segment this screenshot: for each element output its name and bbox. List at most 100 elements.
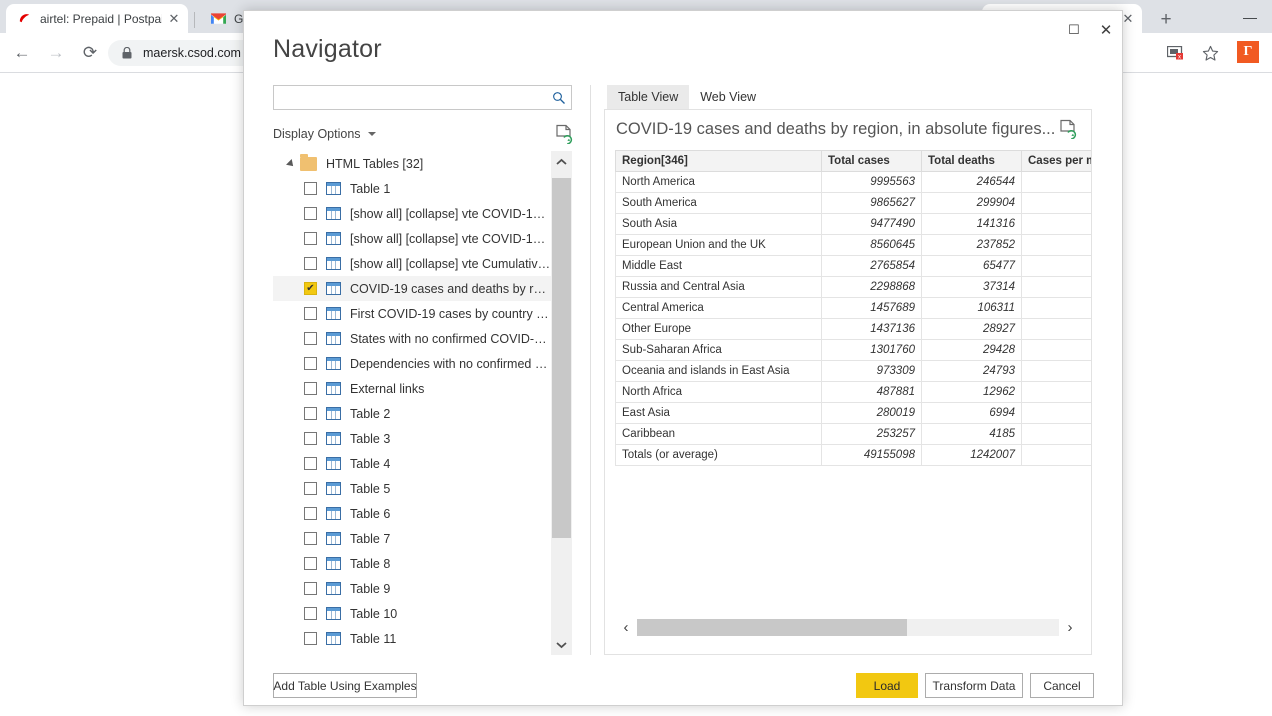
cell-region: Middle East	[616, 256, 822, 277]
tree-item-checkbox[interactable]	[304, 507, 317, 520]
scroll-right-icon[interactable]: ›	[1059, 619, 1081, 636]
tree-item-checkbox[interactable]	[304, 582, 317, 595]
tree-item-checkbox[interactable]	[304, 182, 317, 195]
table-row[interactable]: North Africa48788112962	[616, 382, 1092, 403]
browser-tab-airtel[interactable]: airtel: Prepaid | Postpaid ✕	[6, 4, 188, 33]
tree-item-checkbox[interactable]	[304, 532, 317, 545]
tree-scrollbar[interactable]	[551, 151, 572, 655]
refresh-document-icon[interactable]	[555, 124, 573, 144]
triangle-expanded-icon[interactable]	[282, 160, 300, 168]
new-tab-button[interactable]: +	[1152, 6, 1180, 34]
scroll-up-icon[interactable]	[551, 151, 572, 172]
tree-item-checkbox[interactable]	[304, 307, 317, 320]
tree-item[interactable]: [show all] [collapse] vte COVID-19 pan..…	[273, 226, 551, 251]
tree-item-checkbox[interactable]	[304, 382, 317, 395]
bookmark-star-icon[interactable]	[1199, 42, 1221, 64]
table-row[interactable]: North America9995563246544	[616, 172, 1092, 193]
tree-item[interactable]: Table 5	[273, 476, 551, 501]
tree-item-checkbox[interactable]: ✔	[304, 282, 317, 295]
table-row[interactable]: Oceania and islands in East Asia97330924…	[616, 361, 1092, 382]
column-header-total-cases[interactable]: Total cases	[822, 151, 922, 172]
tree-item-checkbox[interactable]	[304, 407, 317, 420]
cell-region: South Asia	[616, 214, 822, 235]
load-button[interactable]: Load	[856, 673, 918, 698]
table-row[interactable]: Caribbean2532574185	[616, 424, 1092, 445]
refresh-document-icon[interactable]	[1059, 119, 1077, 139]
reload-icon[interactable]: ⟳	[78, 41, 102, 65]
tree-item[interactable]: First COVID-19 cases by country or terr.…	[273, 301, 551, 326]
table-row[interactable]: South America9865627299904	[616, 193, 1092, 214]
table-row[interactable]: Totals (or average)491550981242007	[616, 445, 1092, 466]
window-minimize-button[interactable]: —	[1230, 2, 1270, 32]
extension-icon[interactable]: Γ	[1237, 41, 1259, 63]
tree-item[interactable]: Table 6	[273, 501, 551, 526]
tree-item-checkbox[interactable]	[304, 332, 317, 345]
tree-item-checkbox[interactable]	[304, 457, 317, 470]
tree-item[interactable]: External links	[273, 376, 551, 401]
tree-item[interactable]: States with no confirmed COVID-19 ca...	[273, 326, 551, 351]
cast-blocked-icon[interactable]: x	[1165, 42, 1187, 64]
tree-item[interactable]: Table 9	[273, 576, 551, 601]
dialog-maximize-button[interactable]: ☐	[1058, 17, 1090, 43]
scroll-down-icon[interactable]	[551, 634, 572, 655]
table-icon	[326, 232, 341, 245]
tree-item-checkbox[interactable]	[304, 357, 317, 370]
table-row[interactable]: Sub-Saharan Africa130176029428	[616, 340, 1092, 361]
column-header-cases-per-million[interactable]: Cases per milli	[1022, 151, 1092, 172]
cell-value: 24793	[922, 361, 1022, 382]
tree-item[interactable]: Table 4	[273, 451, 551, 476]
table-row[interactable]: East Asia2800196994	[616, 403, 1092, 424]
tree-item-checkbox[interactable]	[304, 207, 317, 220]
table-row[interactable]: Other Europe143713628927	[616, 319, 1092, 340]
tab-web-view[interactable]: Web View	[689, 85, 767, 109]
cell-region: North America	[616, 172, 822, 193]
tree-scrollbar-thumb[interactable]	[552, 178, 571, 538]
preview-horizontal-scrollbar[interactable]: ‹ ›	[615, 614, 1081, 640]
add-table-using-examples-button[interactable]: Add Table Using Examples	[273, 673, 417, 698]
tree-item-label: States with no confirmed COVID-19 ca...	[350, 332, 551, 346]
table-row[interactable]: South Asia9477490141316	[616, 214, 1092, 235]
tree-item-checkbox[interactable]	[304, 557, 317, 570]
tree-item[interactable]: Dependencies with no confirmed cases	[273, 351, 551, 376]
tree-item-checkbox[interactable]	[304, 432, 317, 445]
tree-item[interactable]: Table 11	[273, 626, 551, 651]
hscrollbar-track[interactable]	[637, 619, 1059, 636]
tree-item-checkbox[interactable]	[304, 632, 317, 645]
table-icon	[326, 357, 341, 370]
tree-item[interactable]: ✔COVID-19 cases and deaths by region,...	[273, 276, 551, 301]
close-icon[interactable]: ✕	[166, 11, 182, 27]
dialog-close-button[interactable]: ✕	[1090, 17, 1122, 43]
table-icon	[326, 432, 341, 445]
search-input[interactable]	[274, 91, 547, 105]
tree-item-checkbox[interactable]	[304, 257, 317, 270]
cancel-button[interactable]: Cancel	[1030, 673, 1094, 698]
tree-item-checkbox[interactable]	[304, 607, 317, 620]
tree-item-checkbox[interactable]	[304, 482, 317, 495]
column-header-total-deaths[interactable]: Total deaths	[922, 151, 1022, 172]
hscrollbar-thumb[interactable]	[637, 619, 907, 636]
tree-item[interactable]: Table 3	[273, 426, 551, 451]
transform-data-button[interactable]: Transform Data	[925, 673, 1023, 698]
forward-icon[interactable]: →	[44, 41, 68, 65]
search-box[interactable]	[273, 85, 572, 110]
table-row[interactable]: Middle East276585465477	[616, 256, 1092, 277]
tab-table-view[interactable]: Table View	[607, 85, 689, 109]
tree-item[interactable]: Table 2	[273, 401, 551, 426]
column-header-region[interactable]: Region[346]	[616, 151, 822, 172]
table-row[interactable]: Russia and Central Asia229886837314	[616, 277, 1092, 298]
tree-item[interactable]: [show all] [collapse] vte Cumulative CO.…	[273, 251, 551, 276]
tree-item[interactable]: Table 1	[273, 176, 551, 201]
tree-item[interactable]: Table 10	[273, 601, 551, 626]
search-icon[interactable]	[547, 86, 571, 109]
table-row[interactable]: European Union and the UK8560645237852	[616, 235, 1092, 256]
table-icon	[326, 607, 341, 620]
display-options-dropdown[interactable]: Display Options	[273, 127, 376, 141]
tree-root-html-tables[interactable]: HTML Tables [32]	[273, 151, 551, 176]
tree-item[interactable]: Table 8	[273, 551, 551, 576]
tree-item[interactable]: Table 7	[273, 526, 551, 551]
back-icon[interactable]: ←	[10, 41, 34, 65]
tree-item[interactable]: [show all] [collapse] vte COVID-19 pan..…	[273, 201, 551, 226]
tree-item-checkbox[interactable]	[304, 232, 317, 245]
table-row[interactable]: Central America1457689106311	[616, 298, 1092, 319]
scroll-left-icon[interactable]: ‹	[615, 619, 637, 636]
